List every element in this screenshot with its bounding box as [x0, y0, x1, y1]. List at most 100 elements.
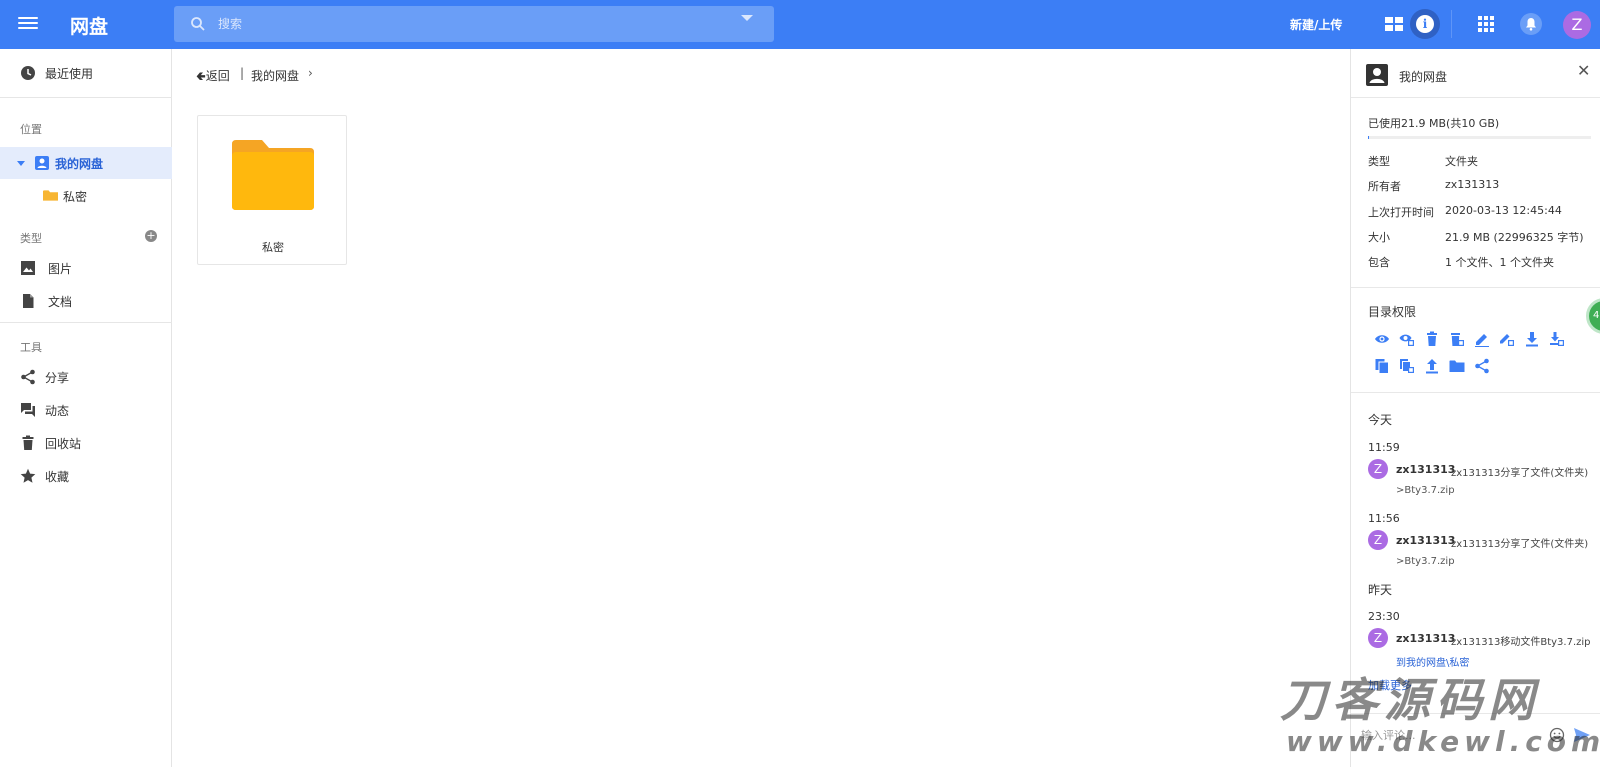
search-box[interactable]: [174, 6, 774, 42]
back-label: 返回: [205, 69, 230, 83]
info-value: 文件夹: [1445, 155, 1478, 168]
info-value: zx131313: [1445, 178, 1500, 191]
notifications-button[interactable]: [1520, 13, 1542, 35]
info-value: 1 个文件、1 个文件夹: [1445, 256, 1554, 269]
info-key: 类型: [1368, 155, 1390, 168]
activity-text: zx131313移动文件Bty3.7.zip: [1451, 637, 1591, 648]
folder-icon[interactable]: [1449, 358, 1465, 374]
chevron-down-icon: [741, 15, 753, 21]
storage-usage-fill: [1368, 136, 1369, 139]
activity-file: >Bty3.7.zip: [1396, 556, 1455, 567]
sidebar-divider: [0, 322, 172, 323]
comment-box: [1351, 713, 1600, 767]
activity-day-heading: 昨天: [1368, 583, 1393, 597]
list-view-icon[interactable]: [1382, 12, 1406, 36]
activity-avatar: Z: [1368, 459, 1388, 479]
star-icon: [20, 468, 36, 483]
activity-destination-link[interactable]: 到我的网盘\私密: [1396, 654, 1469, 669]
view-settings-icon[interactable]: [1399, 331, 1415, 347]
bell-icon: [1526, 18, 1536, 31]
sidebar: 最近使用 位置 我的网盘 私密 类型 + 图片 文档 工具 分享 动态 回收站 …: [0, 49, 172, 767]
download-settings-icon[interactable]: [1549, 331, 1565, 347]
search-input[interactable]: [218, 6, 718, 42]
back-button[interactable]: 🢀返回: [196, 67, 230, 88]
upload-icon[interactable]: [1424, 358, 1440, 374]
activity-avatar: Z: [1368, 628, 1388, 648]
app-title: 网盘: [70, 16, 109, 38]
share-icon[interactable]: [1474, 358, 1490, 374]
panel-divider: [1351, 392, 1600, 393]
sidebar-item-trash[interactable]: 回收站: [0, 427, 172, 459]
sidebar-item-label: 回收站: [45, 437, 82, 451]
user-avatar[interactable]: Z: [1563, 11, 1591, 39]
sidebar-item-label: 收藏: [45, 470, 70, 484]
file-name: 私密: [262, 241, 284, 254]
info-button[interactable]: i: [1410, 9, 1440, 39]
my-drive-icon: [35, 156, 49, 170]
copy-settings-icon[interactable]: [1399, 358, 1415, 374]
folder-icon: [232, 140, 314, 210]
permissions-title: 目录权限: [1368, 305, 1417, 319]
menu-icon[interactable]: [18, 14, 38, 34]
sidebar-item-documents[interactable]: 文档: [0, 285, 172, 317]
add-type-button[interactable]: +: [145, 230, 157, 242]
sidebar-item-favorites[interactable]: 收藏: [0, 460, 172, 492]
sidebar-item-label: 最近使用: [45, 67, 94, 81]
sidebar-section-location: 位置: [20, 123, 42, 136]
delete-settings-icon[interactable]: [1449, 331, 1465, 347]
search-options-dropdown[interactable]: [733, 6, 763, 30]
document-icon: [23, 294, 34, 308]
trash-icon: [22, 435, 34, 450]
download-icon[interactable]: [1524, 331, 1540, 347]
edit-icon[interactable]: [1474, 331, 1490, 347]
new-upload-button[interactable]: 新建/上传: [1290, 16, 1342, 33]
account-box-icon: [1366, 64, 1388, 86]
info-icon: i: [1416, 15, 1434, 33]
info-key: 所有者: [1368, 180, 1401, 193]
activity-text: zx131313分享了文件(文件夹): [1451, 468, 1589, 479]
sidebar-item-share[interactable]: 分享: [0, 361, 172, 393]
file-item[interactable]: 私密: [197, 115, 347, 265]
share-icon: [21, 369, 35, 385]
sidebar-item-images[interactable]: 图片: [0, 252, 172, 284]
view-icon[interactable]: [1374, 331, 1390, 347]
info-key: 包含: [1368, 256, 1390, 269]
copy-icon[interactable]: [1374, 358, 1390, 374]
expand-arrow-icon[interactable]: [17, 161, 25, 166]
sidebar-item-private-folder[interactable]: 私密: [0, 180, 172, 212]
sidebar-item-activity[interactable]: 动态: [0, 394, 172, 426]
emoji-icon[interactable]: [1549, 727, 1565, 743]
apps-grid-icon[interactable]: [1474, 12, 1498, 36]
send-icon[interactable]: [1573, 727, 1591, 743]
info-value: 21.9 MB (22996325 字节): [1445, 231, 1584, 244]
arrow-back-icon: 🢀: [196, 69, 206, 83]
comment-input[interactable]: [1361, 722, 1541, 748]
panel-divider: [1351, 97, 1600, 98]
load-more-link[interactable]: 加载更多: [1368, 677, 1412, 693]
activity-user[interactable]: zx131313: [1396, 534, 1455, 547]
delete-icon[interactable]: [1424, 331, 1440, 347]
edit-settings-icon[interactable]: [1499, 331, 1515, 347]
sidebar-item-label: 图片: [48, 262, 73, 276]
activity-day-heading: 今天: [1368, 413, 1393, 427]
clock-icon: [21, 66, 35, 80]
sidebar-item-my-drive[interactable]: 我的网盘: [0, 147, 172, 179]
sidebar-divider: [0, 97, 172, 98]
sidebar-item-label: 动态: [45, 404, 70, 418]
info-key: 上次打开时间: [1368, 206, 1434, 219]
sidebar-item-label: 分享: [45, 371, 70, 385]
activity-file: >Bty3.7.zip: [1396, 485, 1455, 496]
breadcrumb-current[interactable]: 我的网盘: [251, 67, 299, 84]
sidebar-section-tools: 工具: [20, 341, 42, 354]
activity-avatar: Z: [1368, 530, 1388, 550]
top-bar: 网盘 新建/上传 i Z: [0, 0, 1600, 49]
search-icon: [191, 17, 205, 31]
sidebar-item-recent[interactable]: 最近使用: [0, 57, 172, 89]
sidebar-item-label: 私密: [63, 190, 88, 204]
info-value: 2020-03-13 12:45:44: [1445, 204, 1562, 217]
close-icon[interactable]: ✕: [1577, 63, 1590, 79]
activity-user[interactable]: zx131313: [1396, 632, 1455, 645]
storage-usage-bar: [1368, 136, 1591, 139]
chevron-right-icon[interactable]: ›: [308, 66, 313, 80]
activity-user[interactable]: zx131313: [1396, 463, 1455, 476]
